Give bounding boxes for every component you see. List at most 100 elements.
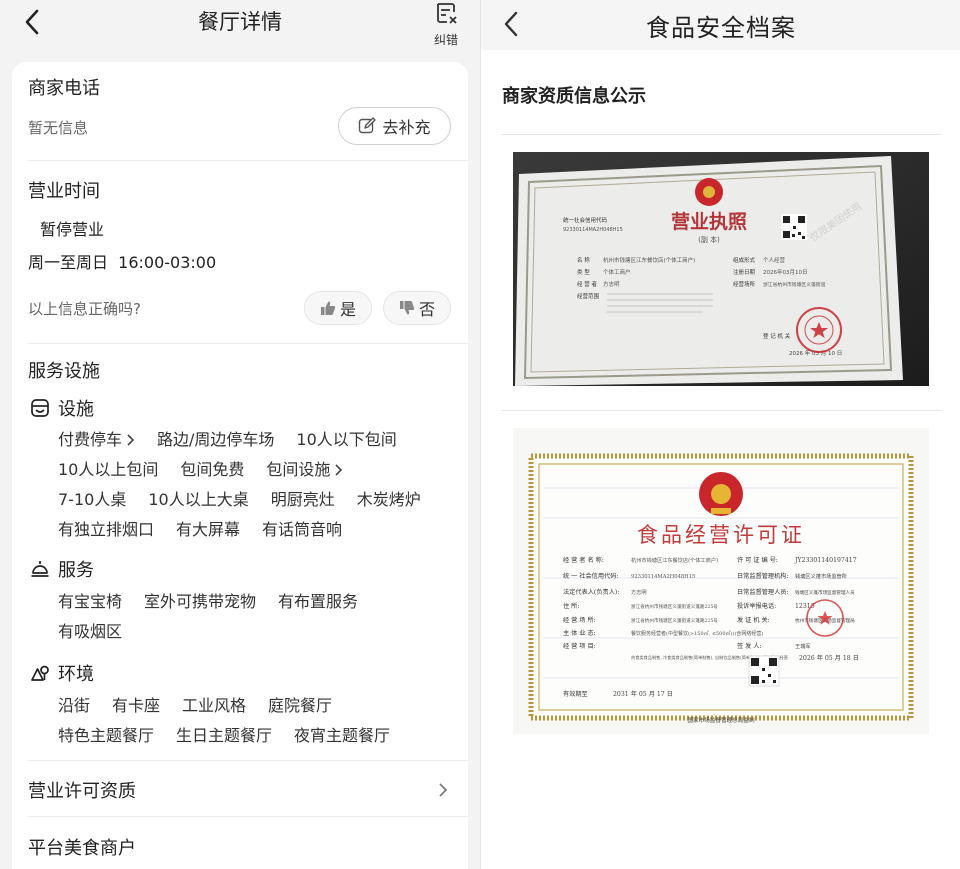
tag-courtyard: 庭院餐厅 — [268, 696, 333, 715]
fl-main-label: 主 体 业 态: — [563, 629, 596, 637]
bl-operator-label: 经 营 者 — [577, 280, 597, 288]
service-title: 服务 — [58, 560, 94, 581]
supplement-button[interactable]: 去补充 — [338, 107, 451, 145]
facilities-heading: 设施 — [30, 395, 94, 421]
fl-items-label: 经 营 项 目: — [563, 642, 596, 650]
top-bar: 食品安全档案 — [481, 0, 960, 50]
fl-main-value: 餐饮服务经营者(中型餐饮(>150㎡, ≤500㎡))(含网络经营) — [631, 630, 763, 637]
fl-license-no-label: 许 可 证 编 号: — [737, 556, 778, 564]
correct-button[interactable]: 纠错 — [428, 0, 464, 48]
service-tags: 有宝宝椅 室外可携带宠物 有布置服务 有吸烟区 — [58, 587, 458, 647]
bl-form-value: 个人经营 — [763, 256, 786, 264]
divider — [28, 343, 468, 344]
phone-title: 商家电话 — [28, 78, 100, 99]
tag-microphone-audio: 有话筒音响 — [262, 520, 343, 539]
bl-place-value: 浙江省杭州市钱塘区义蓬街道 — [763, 281, 826, 288]
bl-scope-label: 经营范围 — [577, 292, 600, 300]
fl-legal-label: 法定代表人(负责人): — [563, 588, 619, 596]
fl-operator-value: 杭州市钱塘区江东餐饮店(个体工商户) — [631, 556, 718, 564]
chevron-right-icon — [127, 434, 135, 446]
fl-credit-label: 统 一 社会信用代码: — [563, 572, 619, 580]
tag-big-screen: 有大屏幕 — [176, 520, 241, 539]
food-safety-pane: 食品安全档案 商家资质信息公示 营业执照 (副 本) 统一社会信用代码 9233… — [480, 0, 960, 869]
fl-sign-date: 2026 年 05 月 18 日 — [799, 654, 859, 662]
tag-charcoal-grill: 木炭烤炉 — [356, 490, 421, 509]
fl-issuer-label: 发 证 机 关: — [737, 616, 770, 624]
bl-date-label: 注册日期 — [733, 268, 756, 276]
facility-icon — [31, 399, 49, 417]
tag-large-private-room: 10人以上包间 — [58, 460, 159, 479]
license-link[interactable]: 营业许可资质 — [28, 777, 458, 803]
bl-form-label: 组成形式 — [733, 256, 756, 264]
divider — [501, 134, 941, 135]
tag-open-kitchen: 明厨亮灶 — [270, 490, 335, 509]
license-link-label: 营业许可资质 — [28, 781, 136, 802]
tag-pet-friendly: 室外可携带宠物 — [144, 592, 257, 611]
credit-code-label: 统一社会信用代码 — [563, 216, 608, 224]
vote-no-label: 否 — [418, 300, 435, 319]
chevron-right-icon — [439, 783, 448, 797]
bl-operator-value: 方志明 — [603, 280, 620, 288]
fl-valid-label: 有效期至 — [563, 690, 588, 698]
hours-title: 营业时间 — [28, 181, 100, 202]
business-status: 暂停营业 — [40, 220, 105, 239]
fl-operator-label: 经 营 者 名 称: — [563, 556, 604, 564]
vote-yes-button[interactable]: 是 — [304, 291, 372, 325]
tag-paid-parking[interactable]: 付费停车 — [58, 425, 135, 455]
fl-address-label: 住 所: — [563, 602, 579, 610]
fl-credit-value: 92330114MA2H048H15 — [631, 574, 695, 580]
platform-merchant: 平台美食商户 — [28, 838, 136, 859]
food-license-title: 食品经营许可证 — [637, 523, 805, 547]
bl-name-label: 名 称 — [577, 256, 590, 264]
credit-code: 92330114MA2H048H15 — [563, 227, 623, 233]
license-subtitle: (副 本) — [698, 235, 720, 244]
food-license-document: 食品经营许可证 经 营 者 名 称: 杭州市钱塘区江东餐饮店(个体工商户) 许 … — [513, 428, 929, 734]
environment-title: 环境 — [58, 664, 94, 685]
fl-signer-label: 签 发 人: — [737, 642, 762, 650]
supplement-label: 去补充 — [382, 118, 431, 137]
business-license-image[interactable]: 营业执照 (副 本) 统一社会信用代码 92330114MA2H048H15 名… — [513, 152, 929, 386]
fl-license-no: JY23301140197417 — [794, 557, 857, 564]
bl-place-label: 经营场所 — [733, 280, 756, 288]
tag-room-facilities[interactable]: 包间设施 — [266, 455, 343, 485]
tag-table-7-10: 7-10人桌 — [58, 490, 127, 509]
fl-footer: 国家市场监督管理总局监制 — [687, 716, 755, 724]
tag-big-table: 10人以上大桌 — [148, 490, 249, 509]
service-heading: 服务 — [30, 556, 94, 582]
edit-icon — [359, 117, 377, 134]
divider — [28, 760, 468, 761]
business-hours: 周一至周日 16:00-03:00 — [28, 253, 217, 272]
section-title: 商家资质信息公示 — [502, 86, 646, 107]
fl-valid-date: 2031 年 05 月 17 日 — [613, 690, 673, 698]
fl-place-label: 经 营 场 所: — [563, 616, 596, 624]
food-license-image[interactable]: 食品经营许可证 经 营 者 名 称: 杭州市钱塘区江东餐饮店(个体工商户) 许 … — [513, 428, 929, 734]
tag-small-private-room: 10人以下包间 — [296, 430, 397, 449]
tag-theme-restaurant: 特色主题餐厅 — [58, 726, 155, 745]
tag-baby-chair: 有宝宝椅 — [58, 592, 123, 611]
tag-smoking-area: 有吸烟区 — [58, 622, 123, 641]
facilities-title: 设施 — [58, 399, 94, 420]
fl-daily2-label: 日常监督管理人员: — [737, 588, 789, 596]
bl-type-value: 个体工商户 — [603, 268, 631, 276]
bl-issue-date: 2026 年 03 月 10 日 — [789, 349, 842, 357]
tag-free-private-room: 包间免费 — [180, 460, 245, 479]
fl-daily2-value: 钱塘区义蓬市场监督管理人员 — [795, 589, 855, 596]
correct-label: 纠错 — [433, 33, 458, 47]
fl-address-value: 浙江省杭州市钱塘区义蓬街道义蓬路225号 — [631, 603, 718, 610]
business-license-document: 营业执照 (副 本) 统一社会信用代码 92330114MA2H048H15 名… — [513, 152, 929, 386]
chevron-right-icon — [335, 464, 343, 476]
top-bar: 餐厅详情 纠错 — [0, 0, 480, 56]
fl-place-value: 浙江省杭州市钱塘区义蓬街道义蓬路225号 — [631, 617, 718, 624]
detail-card: 商家电话 暂无信息 去补充 营业时间 暂停营业 周一至周日 16:00-03:0… — [12, 62, 468, 869]
vote-no-button[interactable]: 否 — [383, 291, 451, 325]
thumbs-up-icon — [320, 301, 336, 315]
phone-value: 暂无信息 — [28, 119, 89, 137]
bl-authority: 登 记 机 关 — [763, 332, 791, 340]
tag-exhaust-outlet: 有独立排烟口 — [58, 520, 155, 539]
tag-late-night-theme: 夜宵主题餐厅 — [294, 726, 391, 745]
services-title: 服务设施 — [28, 361, 100, 382]
environment-heading: 环境 — [30, 660, 94, 686]
environment-icon — [31, 665, 49, 681]
tag-decoration-service: 有布置服务 — [278, 592, 359, 611]
bl-date-value: 2026年03月10日 — [763, 268, 808, 276]
